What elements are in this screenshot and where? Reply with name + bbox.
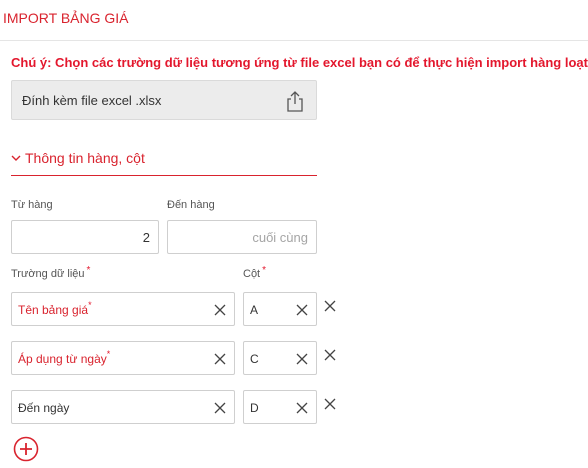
required-mark: * bbox=[106, 349, 111, 359]
required-mark: * bbox=[86, 265, 91, 276]
dialog-header: IMPORT BẢNG GIÁ bbox=[0, 0, 588, 41]
page-title: IMPORT BẢNG GIÁ bbox=[3, 10, 129, 26]
column-select-value: C bbox=[250, 352, 259, 366]
instruction-note: Chú ý: Chọn các trường dữ liệu tương ứng… bbox=[11, 55, 588, 70]
from-row-input[interactable]: 2 bbox=[11, 220, 159, 254]
attach-file-button[interactable]: Đính kèm file excel .xlsx bbox=[11, 80, 317, 120]
clear-icon[interactable] bbox=[296, 304, 308, 316]
to-row-placeholder: cuối cùng bbox=[252, 230, 308, 245]
clear-icon[interactable] bbox=[214, 353, 226, 365]
clear-icon[interactable] bbox=[214, 402, 226, 414]
field-select-2[interactable]: Áp dụng từ ngày* bbox=[11, 341, 235, 375]
required-mark: * bbox=[262, 265, 267, 276]
column-select-3[interactable]: D bbox=[243, 390, 317, 424]
column-select-1[interactable]: A bbox=[243, 292, 317, 326]
clear-icon[interactable] bbox=[296, 402, 308, 414]
section-row-column-info[interactable]: Thông tin hàng, cột bbox=[11, 148, 317, 176]
to-row-input[interactable]: cuối cùng bbox=[167, 220, 317, 254]
field-select-value: Áp dụng từ ngày* bbox=[18, 349, 111, 366]
plus-circle-icon[interactable] bbox=[13, 436, 39, 462]
from-row-label: Từ hàng bbox=[11, 199, 53, 211]
from-row-value: 2 bbox=[142, 230, 150, 245]
to-row-label: Đến hàng bbox=[167, 199, 215, 211]
clear-icon[interactable] bbox=[296, 353, 308, 365]
remove-row-icon[interactable] bbox=[324, 349, 336, 361]
column-select-value: D bbox=[250, 401, 259, 415]
attach-file-label: Đính kèm file excel .xlsx bbox=[22, 93, 162, 108]
field-select-value: Tên bảng giá* bbox=[18, 300, 92, 317]
clear-icon[interactable] bbox=[214, 304, 226, 316]
required-mark: * bbox=[88, 300, 92, 310]
remove-row-icon[interactable] bbox=[324, 398, 336, 410]
data-field-label: Trường dữ liệu * bbox=[11, 265, 91, 280]
column-select-value: A bbox=[250, 303, 259, 317]
field-select-1[interactable]: Tên bảng giá* bbox=[11, 292, 235, 326]
chevron-down-icon bbox=[11, 155, 21, 161]
field-select-3[interactable]: Đến ngày bbox=[11, 390, 235, 424]
remove-row-icon[interactable] bbox=[324, 300, 336, 312]
upload-icon bbox=[287, 91, 303, 112]
field-select-value: Đến ngày bbox=[18, 401, 70, 415]
column-label: Cột * bbox=[243, 265, 267, 280]
column-select-2[interactable]: C bbox=[243, 341, 317, 375]
section-title: Thông tin hàng, cột bbox=[25, 150, 145, 166]
